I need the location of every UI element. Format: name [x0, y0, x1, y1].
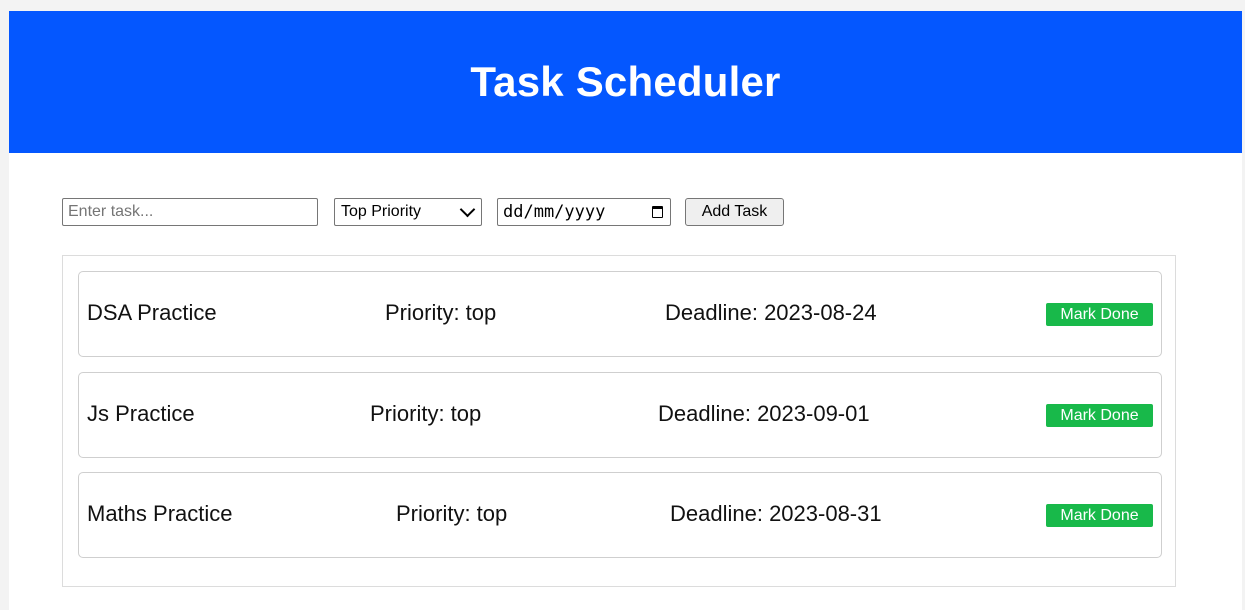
mark-done-button[interactable]: Mark Done: [1046, 303, 1153, 326]
date-input-placeholder: dd/mm/yyyy: [503, 202, 606, 222]
header-banner: Task Scheduler: [9, 11, 1242, 153]
calendar-icon[interactable]: [652, 206, 663, 218]
task-priority: Priority: top: [370, 401, 482, 426]
task-deadline: Deadline: 2023-08-24: [665, 300, 877, 325]
task-item: DSA Practice Priority: top Deadline: 202…: [78, 271, 1162, 357]
task-name: Js Practice: [87, 401, 195, 426]
task-priority: Priority: top: [385, 300, 497, 325]
task-item: Maths Practice Priority: top Deadline: 2…: [78, 472, 1162, 558]
mark-done-button[interactable]: Mark Done: [1046, 404, 1153, 427]
mark-done-button[interactable]: Mark Done: [1046, 504, 1153, 527]
task-deadline: Deadline: 2023-09-01: [658, 401, 870, 426]
task-list: DSA Practice Priority: top Deadline: 202…: [62, 255, 1176, 587]
task-priority: Priority: top: [396, 501, 508, 526]
task-input[interactable]: [62, 198, 318, 226]
priority-select-value: Top Priority: [341, 203, 422, 220]
deadline-date-input[interactable]: dd/mm/yyyy: [497, 198, 671, 226]
task-name: DSA Practice: [87, 300, 217, 325]
page-title: Task Scheduler: [470, 58, 781, 105]
task-name: Maths Practice: [87, 501, 233, 526]
task-item: Js Practice Priority: top Deadline: 2023…: [78, 372, 1162, 458]
add-task-button[interactable]: Add Task: [685, 198, 784, 226]
page: Task Scheduler Top Priority dd/mm/yyyy A…: [9, 11, 1242, 610]
priority-select[interactable]: Top Priority: [334, 198, 482, 226]
task-deadline: Deadline: 2023-08-31: [670, 501, 882, 526]
chevron-down-icon: [459, 201, 476, 218]
